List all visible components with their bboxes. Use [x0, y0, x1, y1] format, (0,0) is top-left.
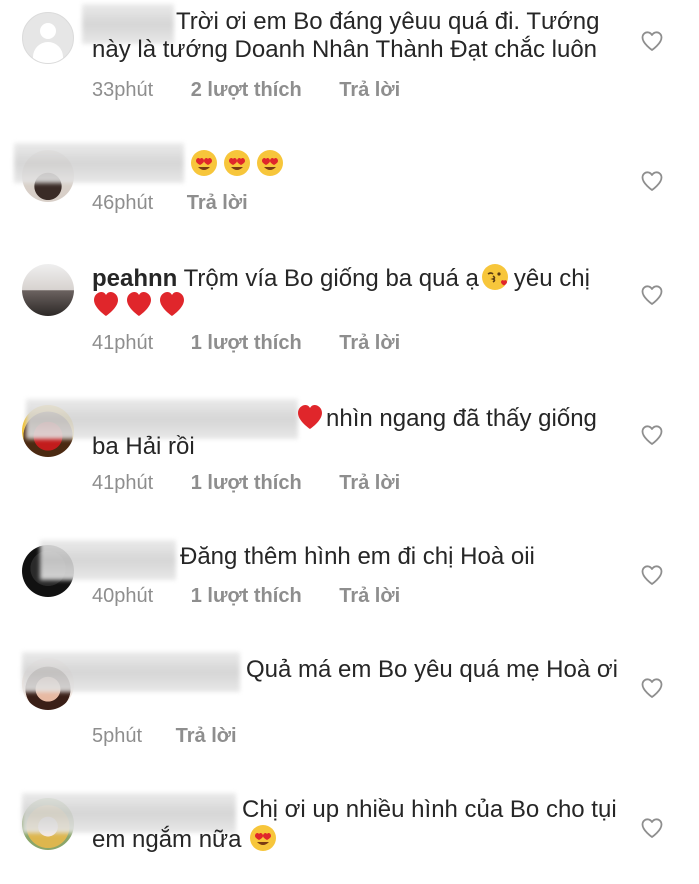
heart-outline-icon[interactable]: [640, 283, 664, 307]
heart-outline-icon[interactable]: [640, 29, 664, 53]
heart-outline-icon[interactable]: [640, 563, 664, 587]
reply-button[interactable]: Trả lời: [187, 191, 248, 215]
comment-text: Chị ơi up nhiều hình của Bo cho tụi em n…: [92, 796, 617, 853]
reply-button[interactable]: Trả lời: [339, 584, 400, 608]
heart-eyes-emoji: [249, 824, 277, 852]
heart-eyes-emoji: [190, 149, 218, 177]
reply-button[interactable]: Trả lời: [339, 78, 400, 102]
red-heart-emoji: [92, 290, 120, 318]
comment-username[interactable]: peahnn: [92, 265, 177, 292]
red-heart-emoji: [125, 290, 153, 318]
heart-outline-icon[interactable]: [640, 169, 664, 193]
reply-button[interactable]: Trả lời: [339, 471, 400, 495]
likes-count[interactable]: 1 lượt thích: [191, 471, 302, 495]
comment-meta: 5phút Trả lời: [92, 724, 237, 748]
comment-text: Đăng thêm hình em đi chị Hoà oii: [180, 543, 535, 570]
blurred-username: [14, 143, 184, 183]
comment-text: peahnn Trộm vía Bo giống ba quá ạ yêu chị: [92, 263, 590, 292]
heart-eyes-emoji: [223, 149, 251, 177]
comment-time: 5phút: [92, 725, 143, 747]
reply-button[interactable]: Trả lời: [339, 331, 400, 355]
comment-meta: 40phút 1 lượt thích Trả lời: [92, 584, 400, 608]
red-heart-emoji: [296, 403, 324, 431]
comment-text: Trời ơi em Bo đáng yêuu quá đi. Tướng nà…: [92, 8, 600, 63]
reply-button[interactable]: Trả lời: [176, 724, 237, 748]
likes-count[interactable]: 1 lượt thích: [191, 584, 302, 608]
heart-eyes-emoji: [256, 149, 284, 177]
comment-time: 46phút: [92, 192, 154, 214]
blurred-username: [40, 540, 176, 580]
kiss-heart-emoji: [481, 263, 509, 291]
heart-outline-icon[interactable]: [640, 423, 664, 447]
comment-text: [190, 149, 289, 179]
likes-count[interactable]: 1 lượt thích: [191, 331, 302, 355]
avatar[interactable]: [22, 264, 74, 316]
heart-outline-icon[interactable]: [640, 676, 664, 700]
comment-meta: 41phút 1 lượt thích Trả lời: [92, 471, 400, 495]
comment-time: 41phút: [92, 472, 154, 494]
comment-time: 41phút: [92, 332, 154, 354]
comment-meta: 41phút 1 lượt thích Trả lời: [92, 331, 400, 355]
comment-meta: 46phút Trả lời: [92, 191, 248, 215]
avatar[interactable]: [22, 12, 74, 64]
red-heart-emoji: [158, 290, 186, 318]
comment-text-line2: [92, 290, 191, 320]
heart-outline-icon[interactable]: [640, 816, 664, 840]
comment-time: 33phút: [92, 79, 154, 101]
likes-count[interactable]: 2 lượt thích: [191, 78, 302, 102]
comment-time: 40phút: [92, 585, 154, 607]
comment-text: nhìn ngang đã thấy giống ba Hải rồi: [92, 403, 597, 460]
comment-meta: 33phút 2 lượt thích Trả lời: [92, 78, 400, 102]
comment-text: Quả má em Bo yêu quá mẹ Hoà ơi: [246, 656, 618, 683]
